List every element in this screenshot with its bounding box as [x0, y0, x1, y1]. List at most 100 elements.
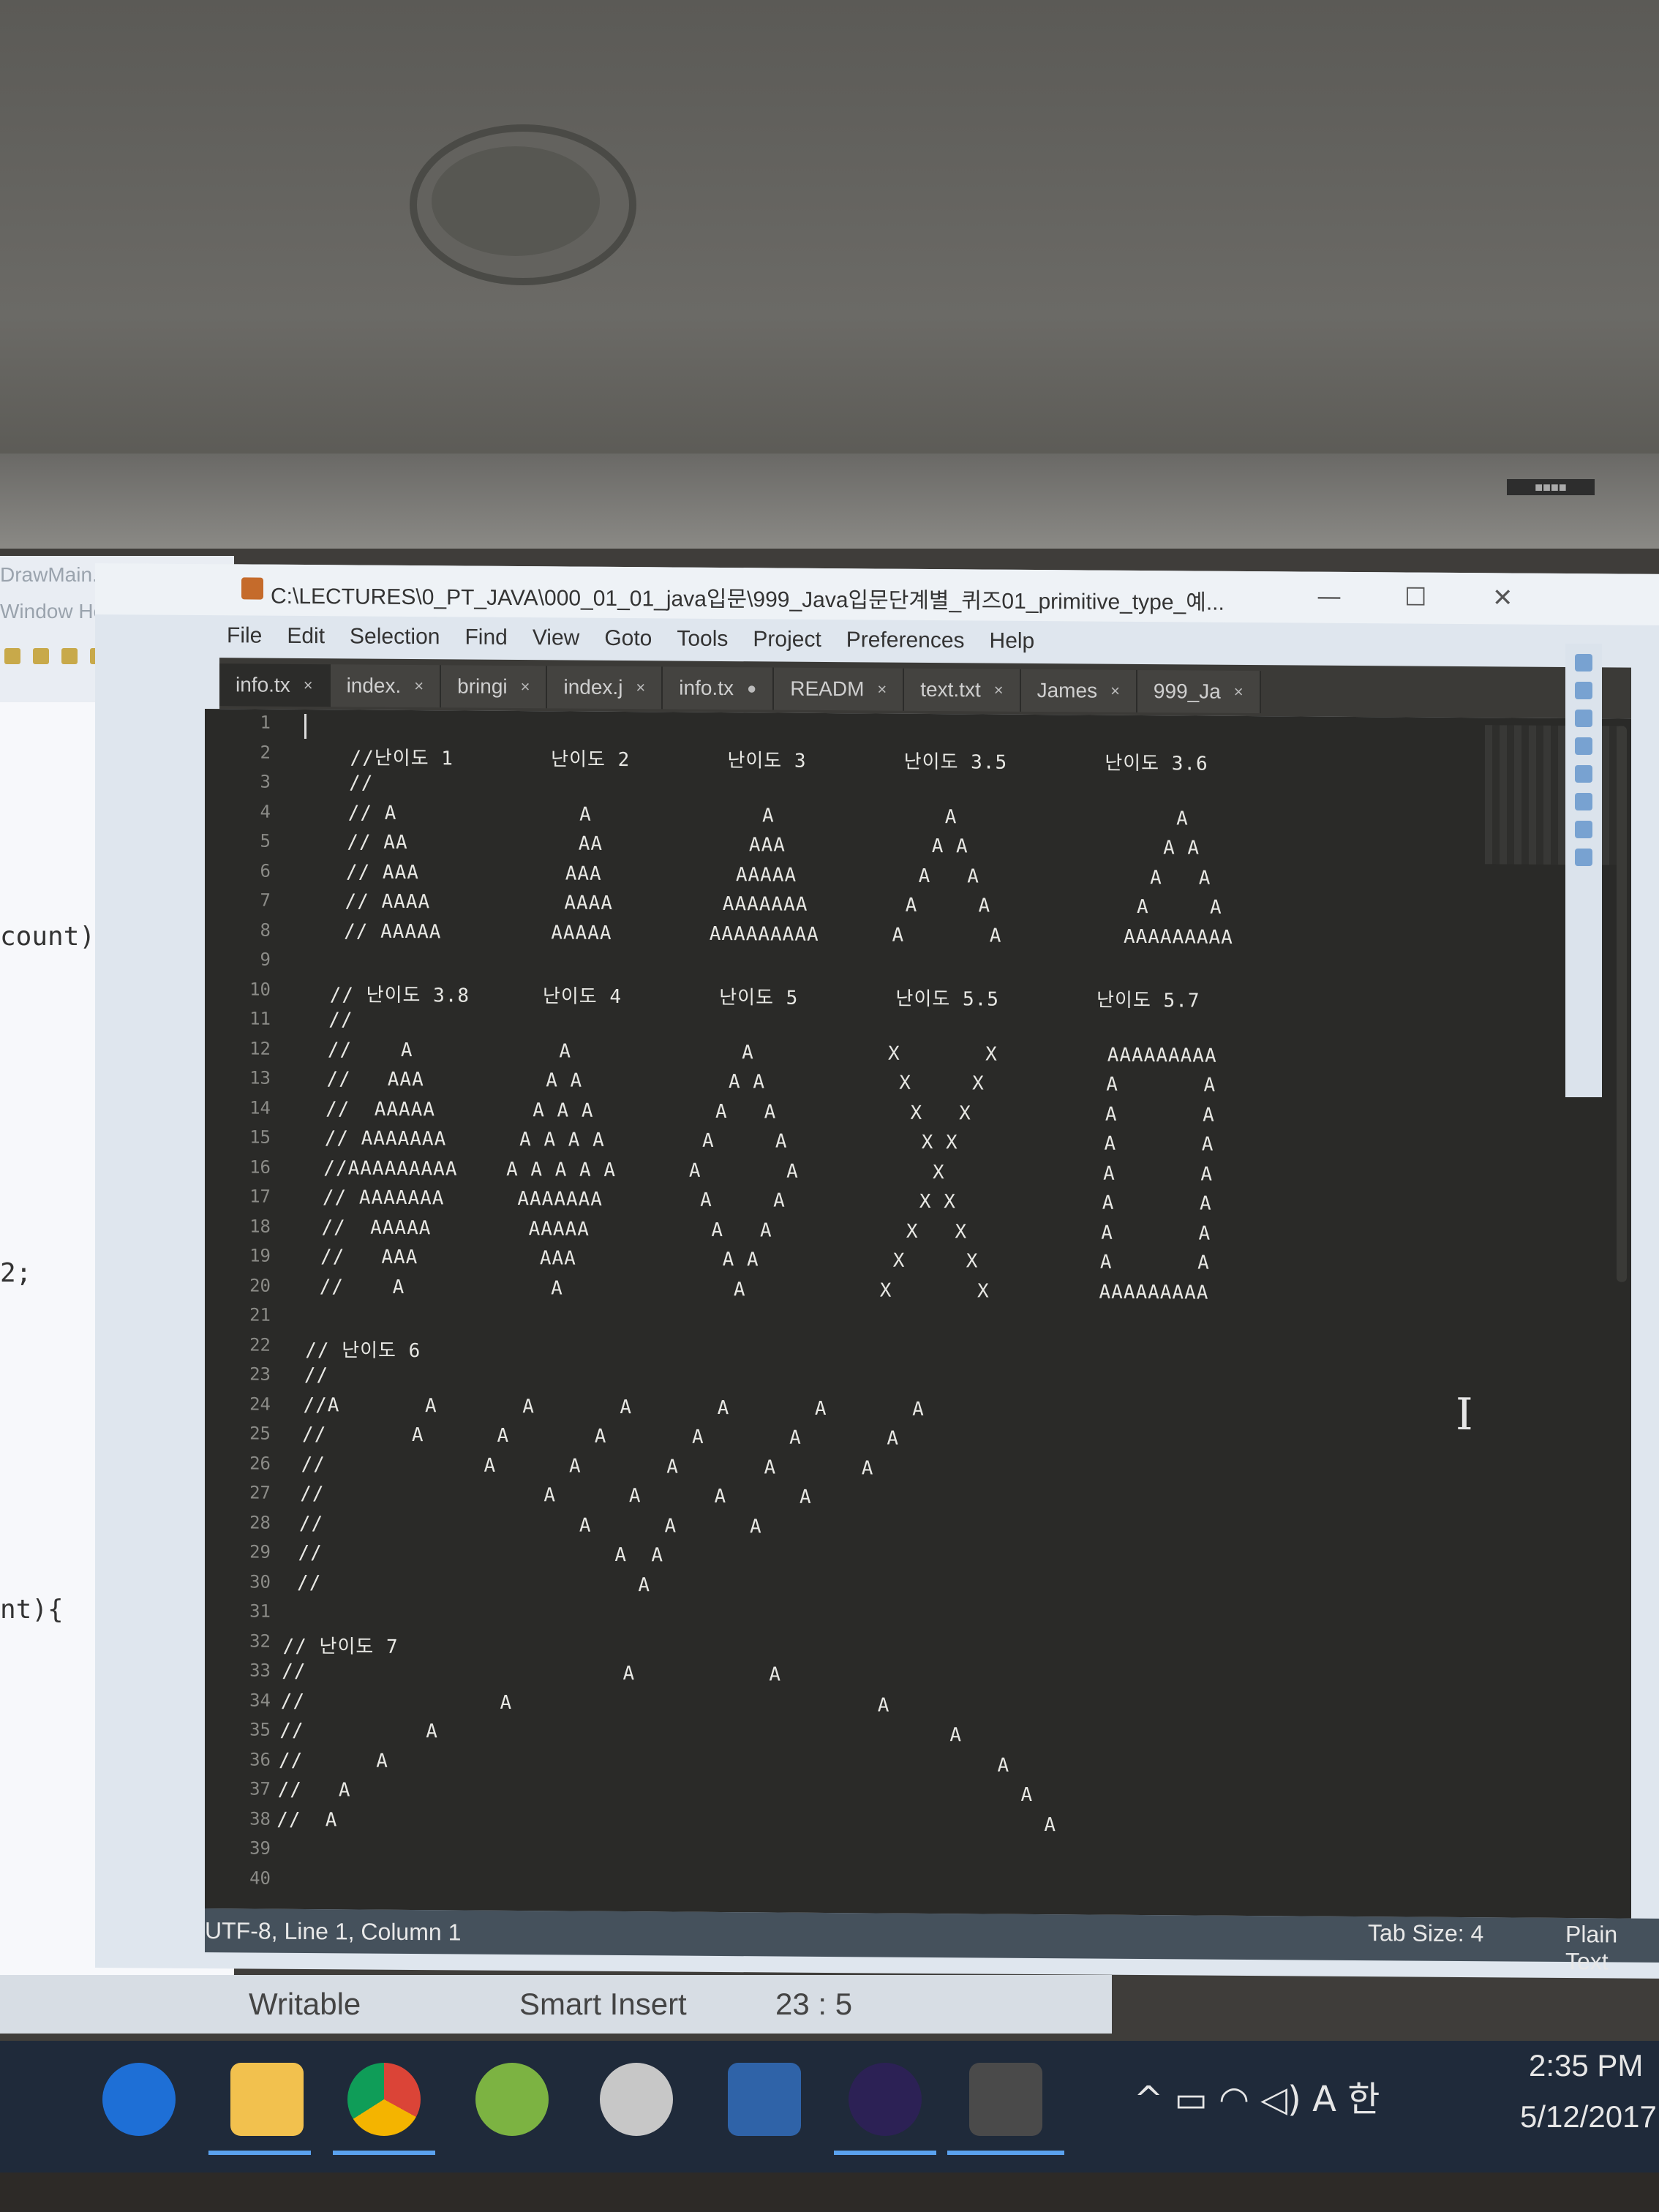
- tab-info-modified[interactable]: info.tx ●: [663, 666, 775, 710]
- dock-icon[interactable]: [1575, 682, 1592, 699]
- tab-999-java[interactable]: 999_Ja ×: [1137, 669, 1261, 714]
- tab-bar: info.tx × index. × bringi × index.j × info.t…: [219, 658, 1631, 719]
- close-button[interactable]: ✕: [1492, 583, 1513, 612]
- menu-help[interactable]: Help: [990, 629, 1035, 654]
- editor-area[interactable]: 1 2 3 4 5 6 7 8 9 10 11 12 13 14 15 16 17 18 19 20 21 22 23 24 2…: [205, 709, 1631, 1919]
- dock-icon[interactable]: [1575, 737, 1592, 755]
- tab-close-icon[interactable]: ×: [414, 677, 424, 696]
- status-syntax[interactable]: Plain Text: [1565, 1921, 1659, 1976]
- code-line: // AA AA AAA A A A A: [310, 831, 1200, 859]
- tab-close-icon[interactable]: ×: [521, 677, 530, 696]
- status-encoding-position[interactable]: UTF-8, Line 1, Column 1: [205, 1917, 461, 1946]
- line-number: 22: [249, 1333, 271, 1355]
- line-number: 33: [249, 1660, 271, 1681]
- menu-edit[interactable]: Edit: [287, 624, 325, 649]
- maximize-button[interactable]: ☐: [1404, 582, 1426, 612]
- menu-view[interactable]: View: [533, 625, 579, 650]
- menu-bar: File Edit Selection Find View Goto Tools…: [227, 615, 1034, 662]
- menu-file[interactable]: File: [227, 623, 262, 648]
- dock-icon[interactable]: [1575, 710, 1592, 727]
- line-number: 28: [249, 1511, 271, 1533]
- menu-project[interactable]: Project: [753, 627, 821, 652]
- paint-icon[interactable]: [600, 2063, 673, 2136]
- code-line: // A A: [277, 1778, 1034, 1806]
- code-line: // A A A A A A: [290, 1423, 900, 1450]
- tab-readme[interactable]: READM ×: [774, 667, 905, 711]
- tab-james[interactable]: James ×: [1020, 669, 1137, 712]
- tab-close-icon[interactable]: ×: [994, 681, 1004, 700]
- tab-label: info.tx: [679, 676, 734, 700]
- line-number: 20: [249, 1274, 271, 1296]
- line-number: 8: [260, 919, 271, 941]
- tab-close-icon[interactable]: ×: [1234, 682, 1244, 701]
- vertical-scrollbar[interactable]: [1617, 726, 1627, 1282]
- android-studio-icon[interactable]: [475, 2063, 549, 2136]
- tab-index-j[interactable]: index.j ×: [547, 666, 663, 710]
- line-number: 31: [249, 1600, 271, 1622]
- writable-status: Writable: [249, 1987, 361, 2021]
- minimap[interactable]: [1485, 725, 1624, 865]
- chrome-icon[interactable]: [347, 2063, 421, 2136]
- code-line: // 난이도 7: [282, 1635, 399, 1658]
- tab-bringit[interactable]: bringi ×: [441, 665, 548, 709]
- line-number: 2: [260, 742, 271, 763]
- code-fragment: count){: [0, 922, 111, 952]
- minimize-button[interactable]: —: [1317, 582, 1342, 612]
- dock-icon[interactable]: [1575, 793, 1592, 810]
- toolbar-icon[interactable]: [33, 648, 50, 664]
- tab-close-icon[interactable]: ×: [877, 680, 887, 699]
- line-number: 30: [249, 1570, 271, 1592]
- clock-time[interactable]: 2:35 PM: [1529, 2048, 1643, 2083]
- clock-date[interactable]: 5/12/2017: [1520, 2099, 1657, 2134]
- ibeam-cursor-icon: I: [1456, 1388, 1473, 1441]
- code-line: // A A A A: [287, 1482, 812, 1508]
- tab-label: James: [1037, 678, 1098, 702]
- menu-goto[interactable]: Goto: [604, 626, 652, 651]
- line-number: 11: [249, 1008, 271, 1029]
- menu-selection[interactable]: Selection: [350, 624, 440, 650]
- cursor-position-status: 23 : 5: [775, 1987, 853, 2021]
- tab-close-icon[interactable]: ×: [304, 676, 313, 695]
- tab-index[interactable]: index. ×: [330, 664, 442, 708]
- menu-tools[interactable]: Tools: [677, 627, 728, 652]
- code-line: // A A: [279, 1719, 962, 1747]
- menu-preferences[interactable]: Preferences: [846, 628, 965, 653]
- tab-close-icon[interactable]: ×: [1110, 682, 1120, 701]
- dock-icon[interactable]: [1575, 849, 1592, 866]
- code-line: //: [292, 1363, 329, 1387]
- dock-icon[interactable]: [1575, 654, 1592, 672]
- line-number: 14: [249, 1096, 271, 1118]
- dock-icon[interactable]: [1575, 821, 1592, 838]
- tab-info-txt[interactable]: info.tx ×: [219, 663, 331, 707]
- status-tab-size[interactable]: Tab Size: 4: [1368, 1919, 1483, 1947]
- toolbar-icon[interactable]: [4, 648, 20, 664]
- system-tray[interactable]: ^ ▭ ◠ ◁) A 한: [1134, 2070, 1380, 2121]
- mysql-workbench-icon[interactable]: [728, 2063, 801, 2136]
- code-line: // AAAAAAA A A A A A A X X A A: [300, 1126, 1214, 1156]
- tab-text-txt[interactable]: text.txt ×: [904, 668, 1021, 712]
- line-number: 32: [249, 1630, 271, 1652]
- code-line: // AAA AAA AAAAA A A A A: [309, 860, 1211, 889]
- sublime-app-icon: [241, 577, 263, 600]
- dock-icon[interactable]: [1575, 765, 1592, 783]
- tab-label: bringi: [457, 674, 508, 698]
- sublime-window: C:\LECTURES\0_PT_JAVA\000_01_01_java입문\9…: [95, 563, 1659, 1979]
- menu-find[interactable]: Find: [464, 625, 507, 650]
- line-number: 18: [249, 1215, 271, 1237]
- code-line: //: [312, 772, 374, 794]
- toolbar-icon[interactable]: [61, 648, 78, 664]
- tab-label: index.: [346, 674, 402, 697]
- code-line: // A A: [282, 1660, 781, 1686]
- tab-label: info.tx: [236, 673, 290, 696]
- tab-modified-dot-icon[interactable]: ●: [747, 679, 756, 698]
- file-explorer-icon[interactable]: [230, 2063, 304, 2136]
- edge-icon[interactable]: [102, 2063, 176, 2136]
- sublime-text-icon[interactable]: [969, 2063, 1042, 2136]
- code-line: //난이도 1 난이도 2 난이도 3 난이도 3.5 난이도 3.6: [313, 746, 1208, 775]
- tab-close-icon[interactable]: ×: [636, 678, 645, 697]
- tab-label: 999_Ja: [1153, 680, 1221, 703]
- eclipse-icon[interactable]: [849, 2063, 922, 2136]
- code-line: // 난이도 3.8 난이도 4 난이도 5 난이도 5.5 난이도 5.7: [305, 983, 1200, 1012]
- line-number-gutter: 1 2 3 4 5 6 7 8 9 10 11 12 13 14 15 16 17 18 19 20 21 22 23 24 2…: [205, 709, 285, 1909]
- line-number: 26: [249, 1452, 271, 1474]
